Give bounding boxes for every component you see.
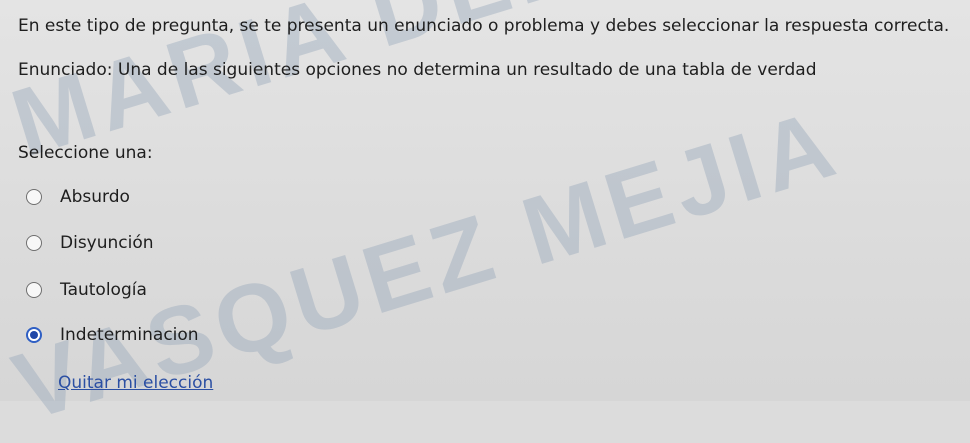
option-disyuncion[interactable]: Disyunción xyxy=(26,233,154,253)
question-instruction: En este tipo de pregunta, se te presenta… xyxy=(18,16,950,36)
clear-choice-link[interactable]: Quitar mi elección xyxy=(58,373,213,393)
option-indeterminacion[interactable]: Indeterminacion xyxy=(26,325,199,345)
option-label: Indeterminacion xyxy=(60,325,199,345)
option-label: Disyunción xyxy=(60,233,154,253)
radio-button[interactable] xyxy=(26,235,42,251)
question-statement: Enunciado: Una de las siguientes opcione… xyxy=(18,60,817,80)
radio-button[interactable] xyxy=(26,282,42,298)
option-absurdo[interactable]: Absurdo xyxy=(26,187,130,207)
radio-button[interactable] xyxy=(26,189,42,205)
option-label: Absurdo xyxy=(60,187,130,207)
option-tautologia[interactable]: Tautología xyxy=(26,280,147,300)
option-label: Tautología xyxy=(60,280,147,300)
quiz-page: MARIA DEL CARMEN VASQUEZ MEJIA En este t… xyxy=(0,0,970,441)
radio-button-selected[interactable] xyxy=(26,327,42,343)
select-prompt: Seleccione una: xyxy=(18,143,153,163)
